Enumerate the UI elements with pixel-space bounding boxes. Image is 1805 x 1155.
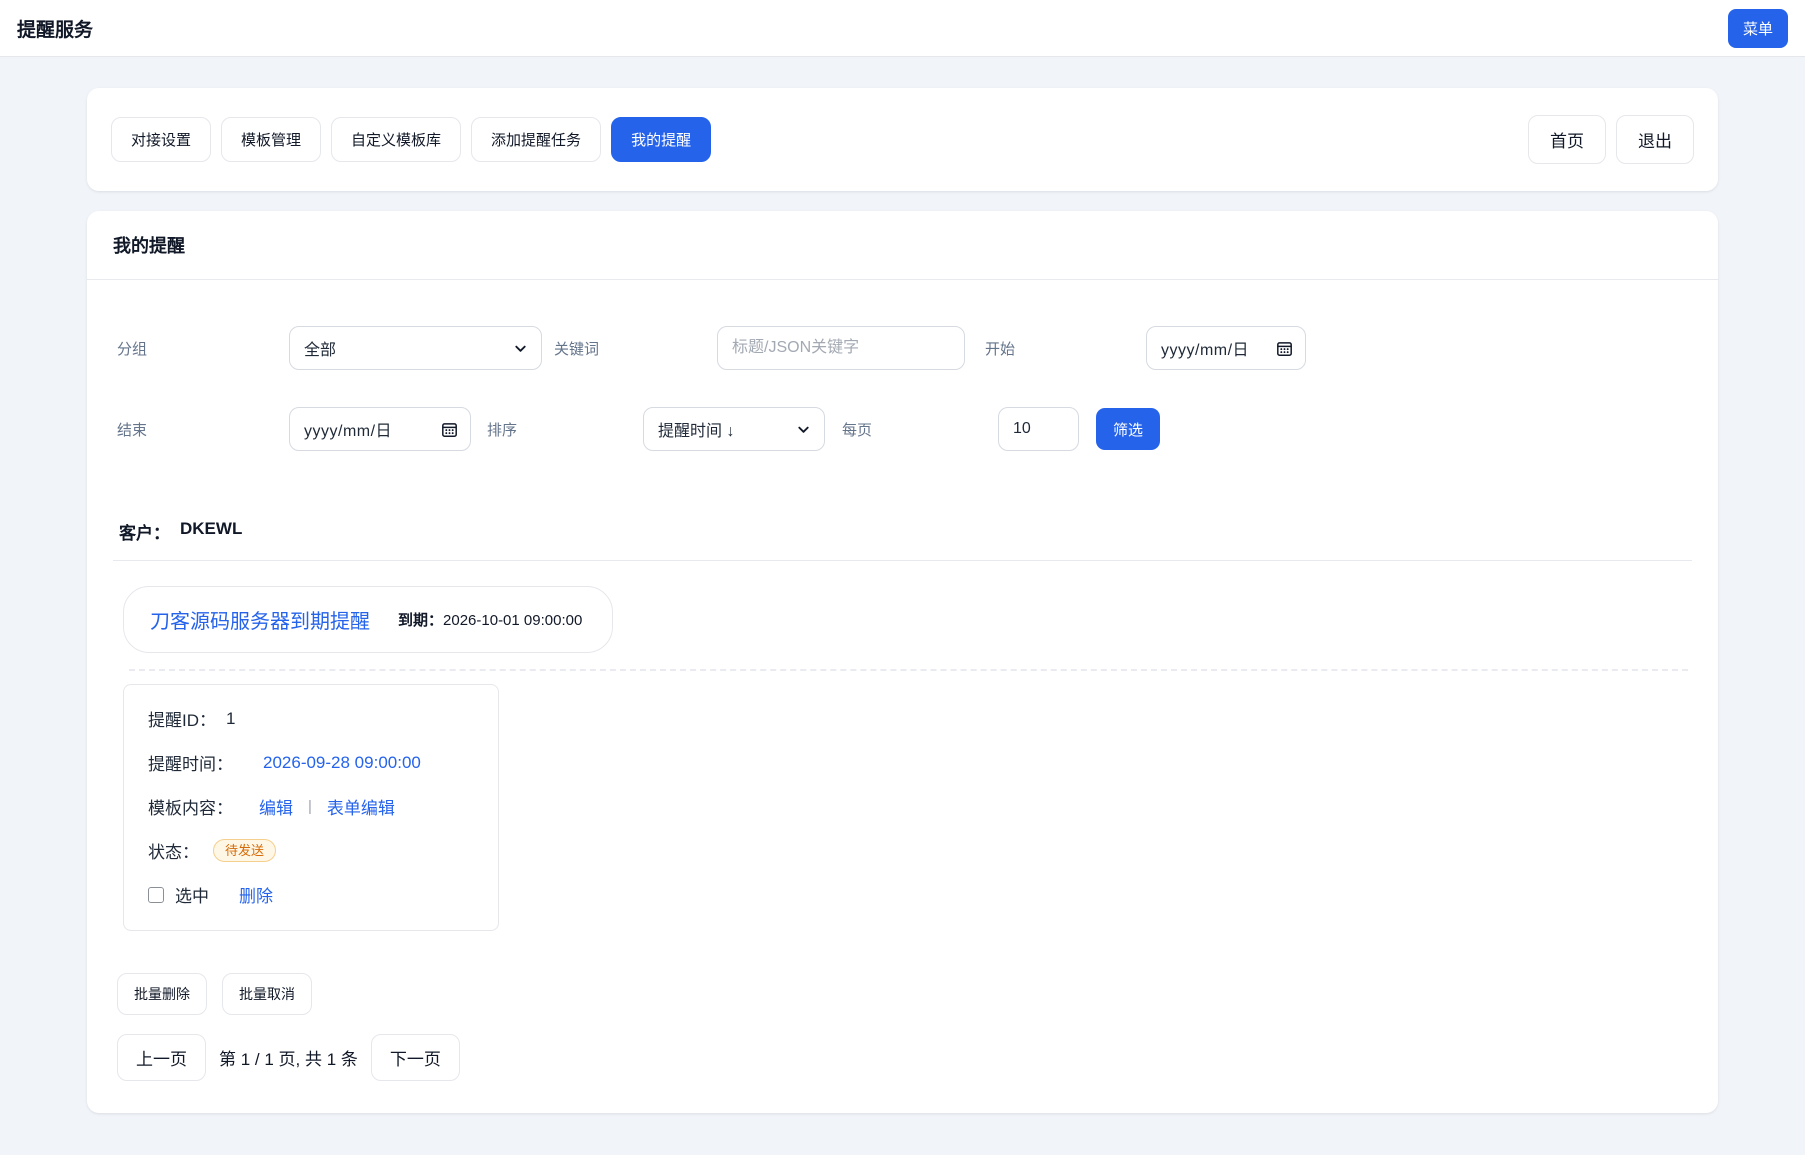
due-label: 到期： [398, 612, 443, 629]
reminder-title-link[interactable]: 刀客源码服务器到期提醒 [150, 605, 370, 634]
filter-row-1: 分组 全部 关键词 开始 yyyy/mm/日 [117, 326, 1688, 370]
sort-select[interactable]: 提醒时间 ↓ [643, 407, 825, 451]
reminder-time-label: 提醒时间： [148, 750, 233, 775]
reminder-id-row: 提醒ID： 1 [148, 706, 474, 731]
pagination: 上一页 第 1 / 1 页, 共 1 条 下一页 [117, 1034, 1692, 1081]
home-button[interactable]: 首页 [1528, 115, 1606, 164]
reminder-time-link[interactable]: 2026-09-28 09:00:00 [263, 753, 421, 773]
group-label: 分组 [117, 338, 289, 359]
select-checkbox[interactable] [148, 887, 164, 903]
due-value: 2026-10-01 09:00:00 [443, 612, 582, 629]
customer-heading: 客户： DKEWL [113, 519, 1692, 544]
my-reminders-panel: 我的提醒 分组 全部 关键词 开始 yyyy/mm/日 结束 [87, 211, 1718, 1113]
chevron-down-icon [796, 422, 811, 437]
tab-my-reminders[interactable]: 我的提醒 [611, 117, 711, 162]
customer-name: DKEWL [180, 519, 242, 544]
delete-link[interactable]: 删除 [239, 882, 273, 907]
dashed-divider [129, 669, 1688, 671]
panel-title: 我的提醒 [87, 211, 1718, 280]
end-date-label: 结束 [117, 419, 289, 440]
keyword-input[interactable] [717, 326, 965, 370]
tab-add-reminder-task[interactable]: 添加提醒任务 [471, 117, 601, 162]
page-body: 对接设置 模板管理 自定义模板库 添加提醒任务 我的提醒 首页 退出 我的提醒 … [0, 57, 1805, 1113]
filter-row-2: 结束 yyyy/mm/日 排序 提醒时间 ↓ 每页 筛选 [117, 407, 1688, 451]
filter-section: 分组 全部 关键词 开始 yyyy/mm/日 结束 yyyy/mm/日 [87, 280, 1718, 451]
status-badge: 待发送 [213, 839, 276, 862]
reminder-id-label: 提醒ID： [148, 706, 216, 731]
reminder-id-value: 1 [226, 709, 235, 729]
end-date-value: yyyy/mm/日 [304, 417, 392, 441]
reminder-detail-card: 提醒ID： 1 提醒时间： 2026-09-28 09:00:00 模板内容： … [123, 684, 499, 931]
calendar-icon [1276, 340, 1293, 357]
app-title: 提醒服务 [17, 15, 93, 42]
tab-custom-template-library[interactable]: 自定义模板库 [331, 117, 461, 162]
form-edit-link[interactable]: 表单编辑 [327, 794, 395, 819]
page-info: 第 1 / 1 页, 共 1 条 [219, 1045, 358, 1070]
group-select[interactable]: 全部 [289, 326, 542, 370]
start-date-value: yyyy/mm/日 [1161, 336, 1249, 360]
results-section: 客户： DKEWL 刀客源码服务器到期提醒 到期：2026-10-01 09:0… [87, 519, 1718, 1081]
customer-label: 客户： [119, 519, 170, 544]
status-label: 状态： [148, 838, 199, 863]
next-page-button[interactable]: 下一页 [371, 1034, 460, 1081]
prev-page-button[interactable]: 上一页 [117, 1034, 206, 1081]
tab-template-management[interactable]: 模板管理 [221, 117, 321, 162]
keyword-label: 关键词 [554, 338, 717, 359]
reminder-time-row: 提醒时间： 2026-09-28 09:00:00 [148, 750, 474, 775]
link-separator: | [308, 798, 312, 815]
divider [113, 560, 1692, 561]
status-row: 状态： 待发送 [148, 838, 474, 863]
calendar-icon [441, 421, 458, 438]
nav-right: 首页 退出 [1528, 115, 1694, 164]
template-content-row: 模板内容： 编辑 | 表单编辑 [148, 794, 474, 819]
reminder-summary-card: 刀客源码服务器到期提醒 到期：2026-10-01 09:00:00 [123, 586, 613, 653]
chevron-down-icon [513, 341, 528, 356]
per-page-label: 每页 [842, 419, 998, 440]
bulk-cancel-button[interactable]: 批量取消 [222, 973, 312, 1015]
start-date-input[interactable]: yyyy/mm/日 [1146, 326, 1306, 370]
tab-integration-settings[interactable]: 对接设置 [111, 117, 211, 162]
select-row: 选中 删除 [148, 882, 474, 907]
bulk-actions: 批量删除 批量取消 [117, 973, 1692, 1015]
nav-card: 对接设置 模板管理 自定义模板库 添加提醒任务 我的提醒 首页 退出 [87, 88, 1718, 191]
nav-tabs: 对接设置 模板管理 自定义模板库 添加提醒任务 我的提醒 [111, 117, 711, 162]
start-date-label: 开始 [985, 338, 1146, 359]
app-header: 提醒服务 菜单 [0, 0, 1805, 57]
logout-button[interactable]: 退出 [1616, 115, 1694, 164]
sort-label: 排序 [487, 419, 643, 440]
reminder-due: 到期：2026-10-01 09:00:00 [398, 609, 582, 630]
template-content-label: 模板内容： [148, 794, 233, 819]
select-label: 选中 [175, 882, 209, 907]
menu-button[interactable]: 菜单 [1728, 9, 1788, 48]
bulk-delete-button[interactable]: 批量删除 [117, 973, 207, 1015]
group-select-value: 全部 [304, 336, 336, 360]
end-date-input[interactable]: yyyy/mm/日 [289, 407, 471, 451]
filter-button[interactable]: 筛选 [1096, 408, 1160, 450]
edit-link[interactable]: 编辑 [259, 794, 293, 819]
sort-select-value: 提醒时间 ↓ [658, 417, 734, 441]
per-page-input[interactable] [998, 407, 1079, 451]
